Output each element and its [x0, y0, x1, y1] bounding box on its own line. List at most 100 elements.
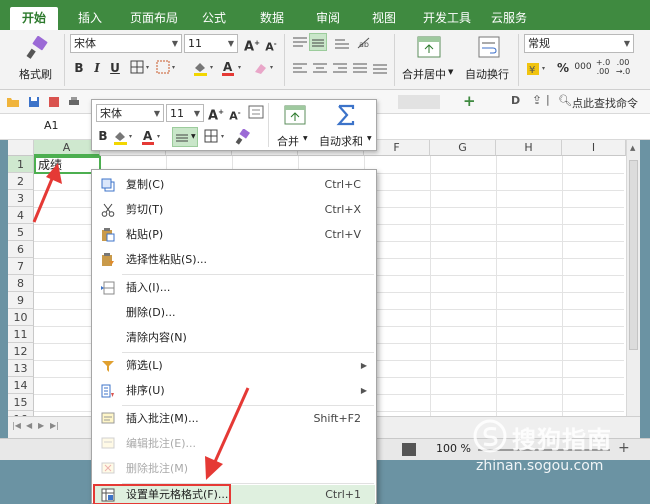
- row-header-14[interactable]: 14: [8, 377, 34, 394]
- pdf-icon[interactable]: [48, 96, 60, 108]
- sheet-title-tab[interactable]: [398, 95, 440, 109]
- brush-icon[interactable]: [234, 129, 252, 145]
- cell-style-icon[interactable]: [156, 60, 178, 76]
- increase-decimal-icon[interactable]: +.0.00: [594, 58, 612, 76]
- print-icon[interactable]: [68, 96, 80, 108]
- increase-font-icon[interactable]: A+: [208, 104, 224, 124]
- mini-align-button[interactable]: ▼: [172, 127, 198, 147]
- wrap-text-button[interactable]: 自动换行: [462, 32, 514, 86]
- percent-button[interactable]: %: [556, 60, 570, 76]
- font-name-select[interactable]: 宋体 ▼: [70, 34, 182, 53]
- add-tab-icon[interactable]: +: [463, 92, 476, 110]
- row-header-5[interactable]: 5: [8, 224, 34, 241]
- col-header-h[interactable]: H: [496, 140, 562, 156]
- tab-data[interactable]: 数据: [252, 7, 292, 30]
- tab-cloud-service[interactable]: 云服务: [486, 7, 532, 30]
- align-top-icon[interactable]: [292, 36, 308, 50]
- comma-style-icon[interactable]: 000: [574, 59, 592, 75]
- name-box[interactable]: A1: [44, 119, 59, 132]
- merge-center-button[interactable]: 合并居中 ▼: [398, 32, 458, 86]
- first-sheet-icon[interactable]: |◀: [12, 421, 21, 430]
- currency-icon[interactable]: ¥: [526, 61, 548, 77]
- tab-page-layout[interactable]: 页面布局: [122, 7, 186, 30]
- comment-icon[interactable]: [248, 105, 264, 119]
- menu-item-format-cells[interactable]: 设置单元格格式(F)... Ctrl+1: [93, 484, 375, 504]
- row-header-11[interactable]: 11: [8, 326, 34, 343]
- format-painter-label: 格式刷: [19, 68, 52, 81]
- col-header-g[interactable]: G: [430, 140, 496, 156]
- tab-formulas[interactable]: 公式: [194, 7, 234, 30]
- clear-format-icon[interactable]: [252, 60, 276, 76]
- zoom-level[interactable]: 100 %: [436, 442, 471, 455]
- row-header-12[interactable]: 12: [8, 343, 34, 360]
- number-format-select[interactable]: 常规 ▼: [524, 34, 634, 53]
- decrease-decimal-icon[interactable]: .00 →.0: [614, 58, 632, 76]
- justify-icon[interactable]: [352, 62, 368, 76]
- row-header-10[interactable]: 10: [8, 309, 34, 326]
- font-color-icon[interactable]: A: [140, 129, 164, 145]
- tab-developer[interactable]: 开发工具: [420, 7, 474, 30]
- tab-view[interactable]: 视图: [364, 7, 404, 30]
- align-left-icon[interactable]: [292, 62, 308, 76]
- menu-item-filter[interactable]: 筛选(L) ▶: [93, 354, 375, 378]
- increase-font-icon[interactable]: A+: [244, 35, 260, 55]
- mini-merge-label: 合并: [277, 135, 299, 148]
- border-icon[interactable]: [204, 129, 228, 145]
- align-middle-button[interactable]: [309, 33, 327, 51]
- scroll-up-icon[interactable]: ▲: [630, 144, 635, 152]
- fill-color-icon[interactable]: [192, 60, 216, 76]
- view-mode-icon[interactable]: [402, 443, 416, 456]
- distributed-icon[interactable]: [372, 62, 388, 76]
- text-direction-icon[interactable]: ab: [356, 36, 372, 50]
- collaboration-icon[interactable]: D: [511, 94, 520, 107]
- row-header-7[interactable]: 7: [8, 258, 34, 275]
- menu-item-insert[interactable]: 插入(I)...: [93, 276, 375, 300]
- menu-more-icon[interactable]: |: [546, 93, 550, 106]
- underline-button[interactable]: U: [108, 60, 122, 76]
- menu-item-paste[interactable]: 粘贴(P) Ctrl+V: [93, 223, 375, 247]
- mini-font-size-select[interactable]: 11 ▼: [166, 104, 204, 122]
- scrollbar-thumb[interactable]: [629, 160, 638, 350]
- font-size-select[interactable]: 11 ▼: [184, 34, 238, 53]
- mini-bold-button[interactable]: B: [96, 128, 110, 144]
- folder-icon[interactable]: [6, 96, 20, 108]
- mini-autosum-button[interactable]: 自动求和 ▼: [316, 102, 374, 148]
- font-color-icon[interactable]: A: [220, 60, 244, 76]
- mini-toolbar: 宋体 ▼ 11 ▼ A+ A- B A ▼ 合并 ▼ 自动求和 ▼: [91, 99, 377, 151]
- command-search[interactable]: 🔍︎ 点此查找命令: [556, 94, 650, 110]
- prev-sheet-icon[interactable]: ◀: [26, 421, 32, 430]
- row-header-8[interactable]: 8: [8, 275, 34, 292]
- decrease-font-icon[interactable]: A-: [228, 105, 242, 125]
- border-icon[interactable]: [130, 60, 152, 76]
- menu-item-paste-special[interactable]: 选择性粘贴(S)...: [93, 248, 375, 272]
- vertical-scrollbar[interactable]: ▲: [626, 140, 640, 416]
- italic-button[interactable]: I: [90, 60, 104, 76]
- menu-item-copy[interactable]: 复制(C) Ctrl+C: [93, 173, 375, 197]
- next-sheet-icon[interactable]: ▶: [38, 421, 44, 430]
- menu-item-label: 插入批注(M)...: [126, 412, 199, 425]
- mini-font-name-select[interactable]: 宋体 ▼: [96, 104, 164, 122]
- row-header-15[interactable]: 15: [8, 394, 34, 411]
- menu-item-cut[interactable]: 剪切(T) Ctrl+X: [93, 198, 375, 222]
- row-header-9[interactable]: 9: [8, 292, 34, 309]
- format-painter-button[interactable]: 格式刷: [14, 32, 60, 86]
- tab-review[interactable]: 审阅: [308, 7, 348, 30]
- tab-home[interactable]: 开始: [10, 7, 58, 30]
- fill-color-icon[interactable]: [112, 129, 136, 145]
- bold-button[interactable]: B: [72, 60, 86, 76]
- mini-merge-button[interactable]: 合并 ▼: [274, 102, 314, 148]
- align-bottom-icon[interactable]: [334, 36, 350, 50]
- select-all-corner[interactable]: [8, 140, 34, 156]
- menu-item-delete[interactable]: 删除(D)...: [93, 301, 375, 325]
- share-icon[interactable]: ⇪: [532, 93, 542, 107]
- align-right-icon[interactable]: [332, 62, 348, 76]
- last-sheet-icon[interactable]: ▶|: [50, 421, 59, 430]
- row-header-13[interactable]: 13: [8, 360, 34, 377]
- decrease-font-icon[interactable]: A-: [264, 36, 278, 56]
- row-header-6[interactable]: 6: [8, 241, 34, 258]
- align-center-icon[interactable]: [312, 62, 328, 76]
- save-icon[interactable]: [28, 96, 40, 108]
- menu-item-clear-contents[interactable]: 清除内容(N): [93, 326, 375, 350]
- col-header-i[interactable]: I: [562, 140, 626, 156]
- tab-insert[interactable]: 插入: [68, 7, 112, 30]
